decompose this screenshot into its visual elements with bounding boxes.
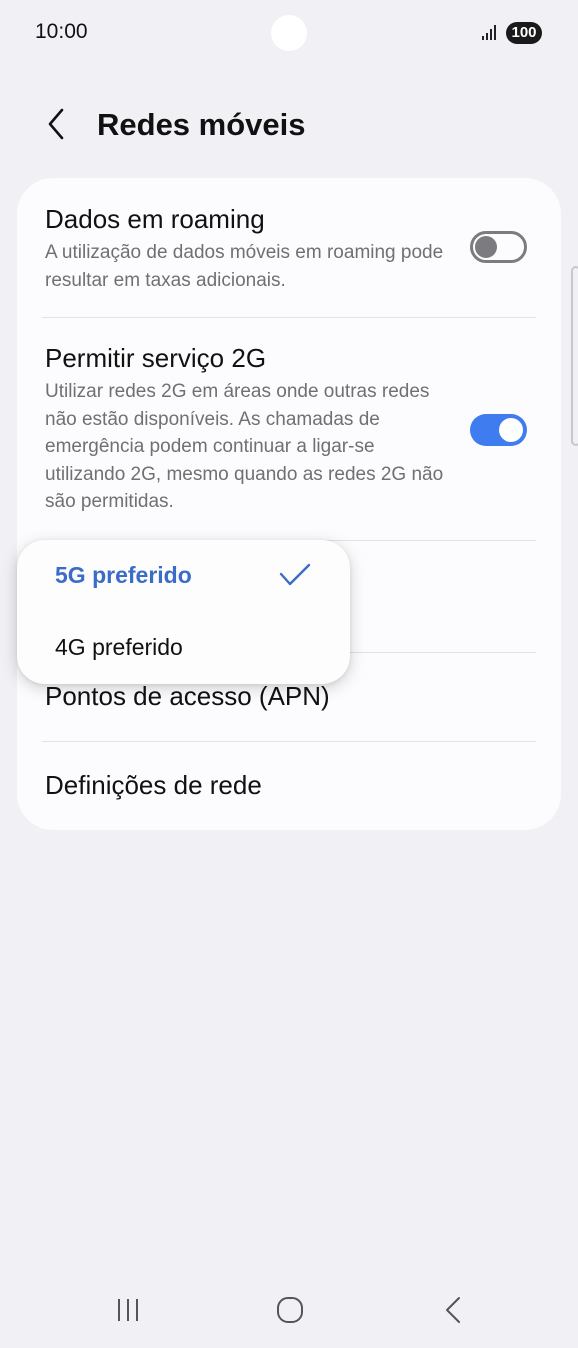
home-icon: [275, 1295, 305, 1330]
allow-2g-toggle[interactable]: [470, 414, 527, 446]
setting-roaming-title: Dados em roaming: [45, 204, 265, 234]
battery-icon: 100: [506, 22, 542, 44]
nav-back-button[interactable]: [428, 1294, 478, 1330]
setting-network-settings[interactable]: Definições de rede: [17, 742, 561, 830]
status-bar: 10:00 100: [0, 0, 578, 68]
home-button[interactable]: [265, 1294, 315, 1330]
signal-icon: [480, 22, 500, 42]
network-mode-dropdown: 5G preferido 4G preferido: [17, 540, 350, 684]
scrollbar-handle[interactable]: [571, 266, 578, 446]
option-5g-preferred[interactable]: 5G preferido: [17, 540, 350, 612]
setting-network-settings-title: Definições de rede: [45, 770, 262, 800]
camera-cutout: [271, 15, 307, 51]
option-label: 5G preferido: [55, 562, 192, 588]
roaming-toggle[interactable]: [470, 231, 527, 263]
page-title: Redes móveis: [97, 107, 306, 142]
recent-apps-button[interactable]: [103, 1294, 153, 1330]
setting-allow-2g-title: Permitir serviço 2G: [45, 343, 267, 373]
option-label: 4G preferido: [55, 634, 183, 660]
check-icon: [279, 562, 311, 588]
toggle-knob: [499, 418, 523, 442]
recent-apps-icon: [113, 1297, 143, 1328]
header: Redes móveis: [0, 96, 578, 160]
setting-apn-title: Pontos de acesso (APN): [45, 681, 330, 711]
setting-roaming-description: A utilização de dados móveis em roaming …: [45, 242, 444, 291]
setting-allow-2g[interactable]: Permitir serviço 2G Utilizar redes 2G em…: [17, 318, 561, 540]
navigation-bar: [0, 1280, 578, 1348]
settings-card: Dados em roaming A utilização de dados m…: [17, 178, 561, 830]
back-icon: [443, 1295, 463, 1330]
toggle-knob: [475, 236, 497, 258]
setting-roaming[interactable]: Dados em roaming A utilização de dados m…: [17, 178, 561, 318]
option-4g-preferred[interactable]: 4G preferido: [17, 612, 350, 684]
back-button[interactable]: [34, 104, 78, 148]
setting-allow-2g-description: Utilizar redes 2G em áreas onde outras r…: [45, 381, 444, 512]
status-time: 10:00: [35, 20, 88, 43]
chevron-left-icon: [44, 106, 68, 147]
